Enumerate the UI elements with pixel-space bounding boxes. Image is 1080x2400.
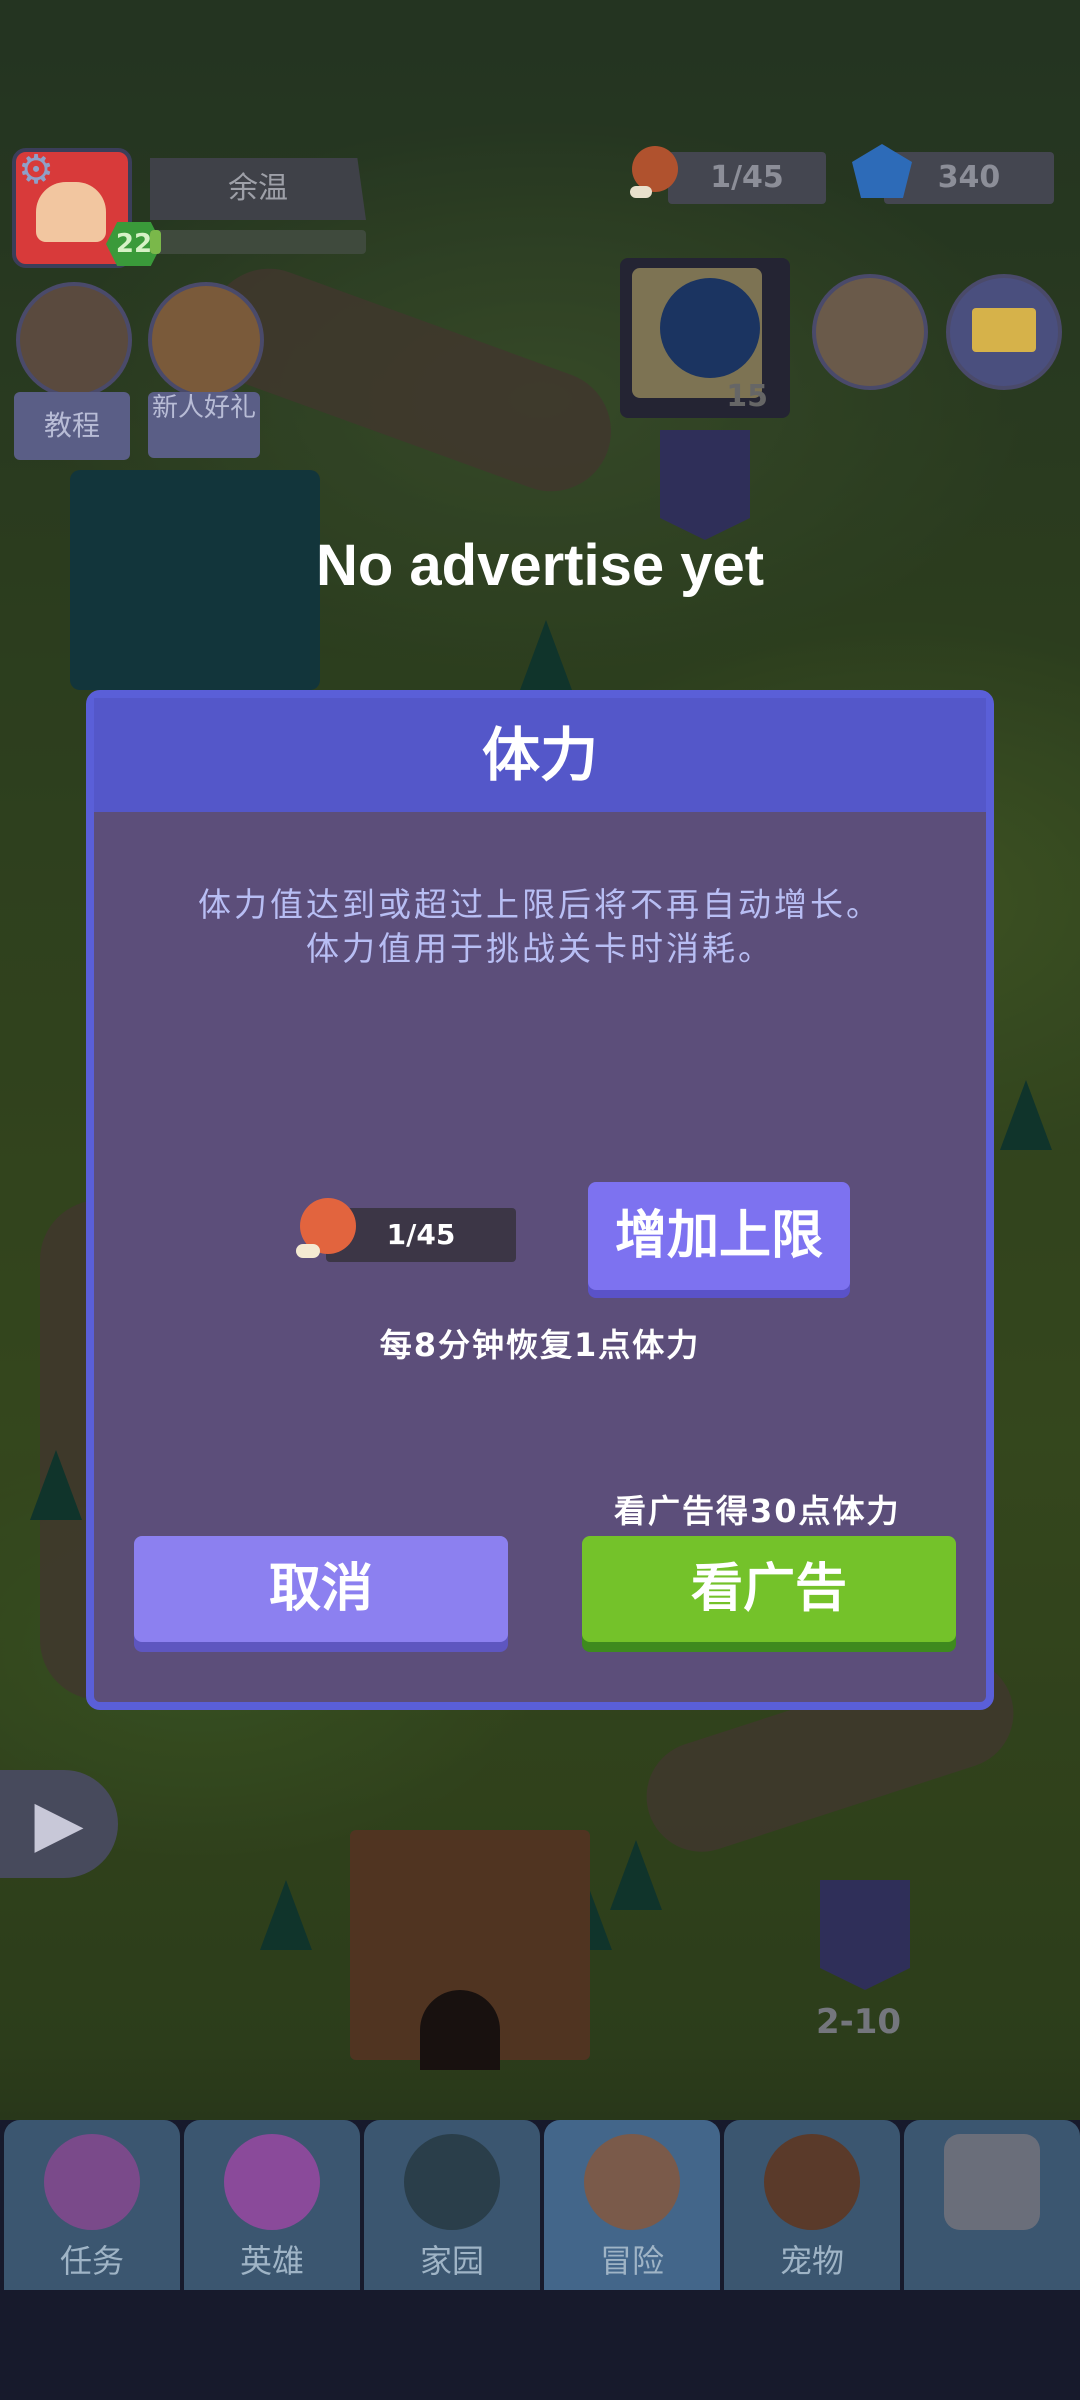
gem-resource[interactable]: 340 [884,152,1054,204]
nav-tab-home[interactable]: 家园 [364,2120,540,2290]
play-arrow-button[interactable]: ▶ [0,1770,118,1878]
stamina-regen-text: 每8分钟恢复1点体力 [379,1326,701,1364]
pet-icon [764,2134,860,2230]
nav-tab-locked[interactable] [904,2120,1080,2290]
dialog-description-line1: 体力值达到或超过上限后将不再自动增长。 [198,885,882,924]
hero-icon [224,2134,320,2230]
xp-progress-bar [150,230,366,254]
home-icon [404,2134,500,2230]
nav-label: 任务 [59,2242,124,2280]
nav-label: 家园 [419,2242,484,2280]
dialog-title: 体力 [481,721,598,789]
envelope-icon [972,308,1036,352]
task-icon [44,2134,140,2230]
tutorial-button[interactable] [16,282,132,398]
mail-button[interactable] [946,274,1062,390]
bottom-navigation: 任务 英雄 家园 冒险 宠物 [0,2120,1080,2400]
stamina-dialog: 体力 体力值达到或超过上限后将不再自动增长。 体力值用于挑战关卡时消耗。 1/4… [86,690,994,1710]
dialog-description-line2: 体力值用于挑战关卡时消耗。 [306,929,774,968]
hero-event-button[interactable] [812,274,928,390]
lock-icon [944,2134,1040,2230]
tutorial-label: 教程 [14,392,130,460]
ad-reward-hint: 看广告得30点体力 [614,1492,901,1530]
increase-limit-button[interactable]: 增加上限 [588,1182,850,1290]
stamina-resource[interactable]: 1/45 [668,152,826,204]
newbie-gift-label: 新人好礼 [148,392,260,458]
nav-label: 英雄 [239,2242,304,2280]
settings-gear-icon[interactable]: ⚙ [14,148,58,192]
nav-label: 冒险 [599,2242,664,2280]
nav-tab-task[interactable]: 任务 [4,2120,180,2290]
nav-tab-hero[interactable]: 英雄 [184,2120,360,2290]
nav-tab-adventure[interactable]: 冒险 [544,2120,720,2290]
toast-message: No advertise yet [315,533,765,598]
player-name: 余温 [150,158,366,220]
adventure-icon [584,2134,680,2230]
newbie-gift-button[interactable] [148,282,264,398]
watch-ad-button[interactable]: 看广告 [582,1536,956,1642]
nav-tab-pet[interactable]: 宠物 [724,2120,900,2290]
xp-progress-fill [150,230,161,254]
play-icon: ▶ [34,1787,84,1861]
cancel-button[interactable]: 取消 [134,1536,508,1642]
nav-label: 宠物 [779,2242,844,2280]
